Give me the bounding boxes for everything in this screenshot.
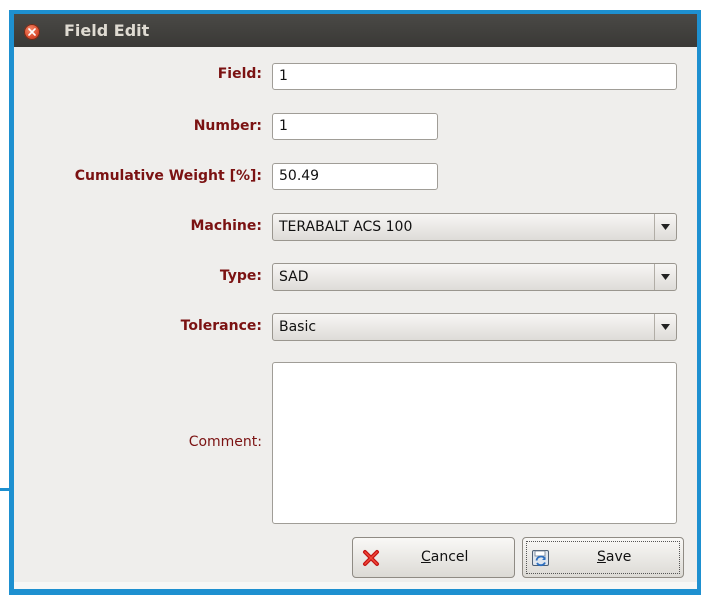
field-edit-dialog: Field Edit Field: 1 Number: 1 Cumulative… bbox=[14, 14, 697, 589]
type-selected-value: SAD bbox=[279, 269, 309, 285]
save-button[interactable]: Save bbox=[522, 537, 684, 578]
tolerance-label: Tolerance: bbox=[180, 318, 262, 334]
field-input-value: 1 bbox=[279, 68, 288, 84]
machine-selected-value: TERABALT ACS 100 bbox=[279, 219, 413, 235]
comment-label: Comment: bbox=[188, 434, 262, 450]
tolerance-selected-value: Basic bbox=[279, 319, 317, 335]
chevron-down-icon[interactable] bbox=[654, 264, 676, 290]
machine-label: Machine: bbox=[190, 218, 262, 234]
close-icon[interactable] bbox=[24, 24, 40, 40]
cumulative-weight-label: Cumulative Weight [%]: bbox=[74, 168, 262, 184]
cumulative-weight-value: 50.49 bbox=[279, 168, 320, 184]
cancel-button-label: Cancel bbox=[421, 549, 469, 565]
chevron-down-icon[interactable] bbox=[654, 214, 676, 240]
red-x-icon bbox=[363, 550, 379, 566]
tolerance-dropdown[interactable]: Basic bbox=[272, 313, 677, 341]
save-button-label: Save bbox=[597, 549, 632, 565]
machine-dropdown[interactable]: TERABALT ACS 100 bbox=[272, 213, 677, 241]
frame-edge-marker bbox=[0, 488, 10, 491]
number-input-value: 1 bbox=[279, 118, 288, 134]
number-label: Number: bbox=[193, 118, 262, 134]
cancel-button[interactable]: Cancel bbox=[352, 537, 515, 578]
cumulative-weight-input[interactable]: 50.49 bbox=[272, 163, 438, 190]
save-refresh-icon bbox=[532, 550, 549, 567]
number-input[interactable]: 1 bbox=[272, 113, 438, 140]
type-label: Type: bbox=[219, 268, 262, 284]
title-bar[interactable]: Field Edit bbox=[14, 14, 697, 47]
field-label: Field: bbox=[217, 66, 262, 82]
bottom-edge bbox=[14, 582, 697, 589]
field-input[interactable]: 1 bbox=[272, 63, 677, 90]
comment-textarea[interactable] bbox=[272, 362, 677, 524]
window-title: Field Edit bbox=[64, 21, 150, 40]
type-dropdown[interactable]: SAD bbox=[272, 263, 677, 291]
chevron-down-icon[interactable] bbox=[654, 314, 676, 340]
